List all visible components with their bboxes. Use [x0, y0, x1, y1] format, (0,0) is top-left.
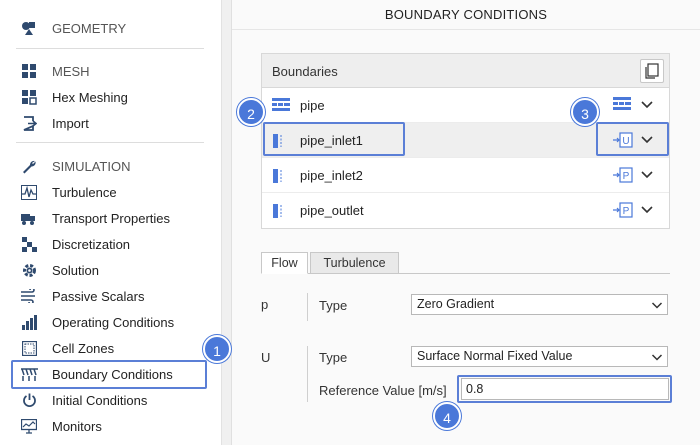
highlight-boundary-conditions [11, 360, 207, 389]
mesh-icon [20, 63, 38, 79]
copy-button[interactable] [640, 59, 664, 83]
sidebar-item-mesh[interactable]: MESH [0, 58, 222, 84]
transport-icon [20, 210, 38, 226]
variable-p-label: p [261, 297, 269, 312]
boundary-conditions-panel: BOUNDARY CONDITIONS Boundaries pipe pipe… [232, 0, 700, 445]
boundary-name: pipe_outlet [300, 203, 364, 218]
pressure-icon[interactable]: P [612, 166, 633, 184]
sidebar-item-label: Import [52, 116, 89, 131]
panel-title: BOUNDARY CONDITIONS [232, 0, 700, 30]
monitor-icon [20, 418, 38, 434]
discretization-icon [20, 236, 38, 252]
sidebar-item-label: Monitors [52, 419, 102, 434]
sidebar: GEOMETRY MESH Hex Meshing Import SIMULAT… [0, 0, 222, 445]
hex-mesh-icon [20, 89, 38, 105]
highlight-inlet-type [596, 122, 669, 156]
cell-zone-icon [20, 340, 38, 356]
divider [307, 293, 308, 321]
variable-u-label: U [261, 350, 271, 365]
sidebar-item-transport-properties[interactable]: Transport Properties [0, 205, 222, 231]
inlet-icon [272, 168, 290, 183]
sidebar-item-solution[interactable]: Solution [0, 257, 222, 283]
sidebar-item-label: Cell Zones [52, 341, 115, 356]
wind-icon [20, 288, 38, 304]
svg-text:P: P [623, 171, 630, 182]
boundary-row-pipe[interactable]: pipe [262, 88, 669, 123]
p-type-select[interactable]: Zero Gradient [411, 294, 668, 315]
pressure-icon[interactable]: P [612, 201, 633, 219]
chevron-down-icon [651, 350, 663, 362]
sidebar-item-turbulence[interactable]: Turbulence [0, 179, 222, 205]
boundaries-header: Boundaries [262, 54, 669, 88]
boundary-row-pipe-inlet2[interactable]: pipe_inlet2 P [262, 158, 669, 193]
sidebar-item-label: SIMULATION [52, 159, 131, 174]
import-icon [20, 115, 38, 131]
wrench-icon [20, 158, 38, 174]
chevron-down-icon[interactable] [640, 202, 654, 216]
tab-divider [261, 273, 670, 274]
panel-splitter[interactable] [222, 0, 232, 445]
sidebar-item-label: Discretization [52, 237, 131, 252]
boundary-name: pipe [300, 98, 325, 113]
sidebar-item-cell-zones[interactable]: Cell Zones [0, 335, 222, 361]
reference-value-label: Reference Value [m/s] [319, 383, 447, 398]
sidebar-item-label: Initial Conditions [52, 393, 148, 408]
outlet-icon [272, 203, 290, 218]
u-type-value: Surface Normal Fixed Value [417, 349, 573, 363]
divider [16, 48, 204, 49]
boundary-name: pipe_inlet2 [300, 168, 363, 183]
sidebar-item-discretization[interactable]: Discretization [0, 231, 222, 257]
tab-flow[interactable]: Flow [261, 252, 308, 274]
sidebar-item-label: GEOMETRY [52, 21, 127, 36]
chevron-down-icon[interactable] [640, 97, 654, 111]
callout-badge: 4 [433, 402, 461, 430]
wall-type-icon[interactable] [612, 96, 632, 114]
sidebar-item-simulation[interactable]: SIMULATION [0, 153, 222, 179]
sidebar-item-hex-meshing[interactable]: Hex Meshing [0, 84, 222, 110]
sidebar-item-passive-scalars[interactable]: Passive Scalars [0, 283, 222, 309]
sidebar-item-operating-conditions[interactable]: Operating Conditions [0, 309, 222, 335]
gear-icon [20, 262, 38, 278]
p-type-value: Zero Gradient [417, 297, 495, 311]
sidebar-item-geometry[interactable]: GEOMETRY [0, 15, 222, 41]
highlight-pipe-inlet1 [263, 122, 405, 156]
sidebar-item-monitors[interactable]: Monitors [0, 413, 222, 439]
sidebar-item-label: MESH [52, 64, 90, 79]
bar-chart-icon [20, 314, 38, 330]
u-type-label: Type [319, 350, 348, 365]
wall-icon [272, 98, 290, 112]
sidebar-item-label: Operating Conditions [52, 315, 175, 330]
u-type-select[interactable]: Surface Normal Fixed Value [411, 346, 668, 367]
highlight-reference-value [457, 375, 672, 403]
callout-badge: 1 [203, 335, 231, 363]
geometry-icon [20, 20, 38, 36]
divider [16, 142, 204, 143]
svg-text:P: P [623, 206, 630, 217]
sidebar-item-label: Hex Meshing [52, 90, 128, 105]
boundary-row-pipe-outlet[interactable]: pipe_outlet P [262, 193, 669, 228]
sidebar-item-label: Solution [52, 263, 99, 278]
power-icon [20, 392, 38, 408]
copy-icon [645, 63, 659, 79]
sidebar-item-initial-conditions[interactable]: Initial Conditions [0, 387, 222, 413]
callout-badge: 2 [237, 98, 265, 126]
tab-turbulence[interactable]: Turbulence [310, 252, 399, 274]
callout-badge: 3 [571, 98, 599, 126]
sidebar-item-label: Turbulence [52, 185, 117, 200]
sidebar-item-label: Passive Scalars [52, 289, 145, 304]
turbulence-icon [20, 184, 38, 200]
divider [307, 346, 308, 402]
p-type-label: Type [319, 298, 348, 313]
chevron-down-icon [651, 298, 663, 310]
sidebar-item-label: Transport Properties [52, 211, 171, 226]
sidebar-item-import[interactable]: Import [0, 110, 222, 136]
boundaries-header-label: Boundaries [272, 64, 338, 79]
chevron-down-icon[interactable] [640, 167, 654, 181]
